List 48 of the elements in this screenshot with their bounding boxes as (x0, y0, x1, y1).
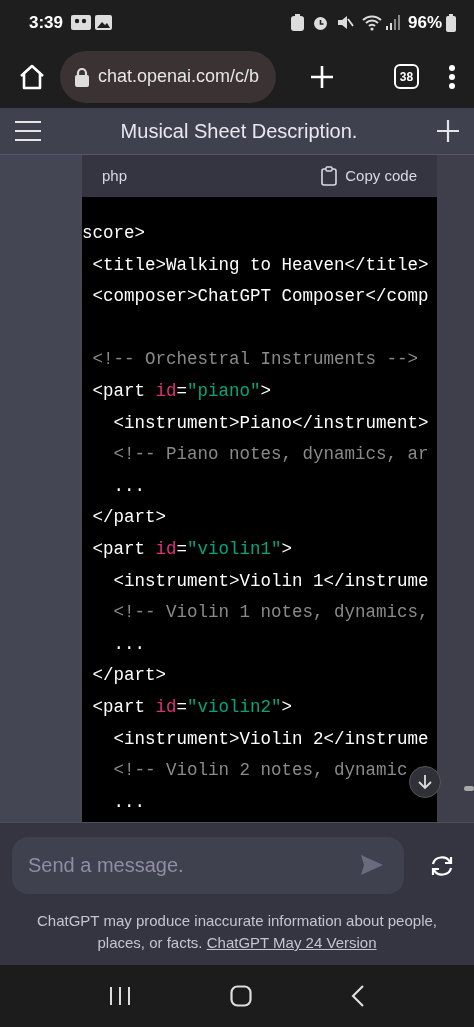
address-bar[interactable]: chat.openai.com/c/b (60, 50, 276, 103)
regenerate-icon[interactable] (430, 854, 454, 877)
code-line: <part id="piano"> (91, 379, 272, 403)
mute-icon (336, 14, 354, 31)
code-line: score> (82, 222, 145, 245)
code-line: <!-- Piano notes, dynamics, ar (112, 443, 429, 467)
wifi-icon (361, 14, 382, 31)
code-line: <part id="violin2"> (91, 695, 293, 719)
code-line: ... (112, 632, 145, 656)
battery-saver-icon (290, 14, 304, 31)
code-line: <part id="violin1"> (91, 537, 293, 561)
copy-code-button[interactable]: Copy code (321, 164, 417, 188)
battery-icon (446, 13, 456, 32)
alarm-icon (311, 14, 329, 31)
home-icon[interactable] (18, 62, 46, 91)
disclaimer-text: ChatGPT may produce inaccurate information about people, places, or facts. ChatGPT May 24 Version (36, 911, 438, 953)
arrow-down-icon (418, 774, 432, 790)
code-line: ... (112, 790, 145, 814)
recent-apps-icon[interactable] (109, 986, 132, 1006)
scrollbar-thumb[interactable] (464, 786, 474, 791)
clipboard-icon (321, 166, 338, 186)
code-line: </part> (91, 506, 166, 530)
code-line: <instrument>Violin 2</instrume (112, 727, 429, 751)
voicemail-icon (71, 15, 92, 30)
code-line: <!-- Violin 1 notes, dynamics, (112, 601, 429, 625)
code-line: </part> (91, 664, 166, 688)
more-menu-icon[interactable] (448, 64, 456, 89)
back-icon[interactable] (350, 984, 365, 1008)
plus-icon[interactable] (436, 119, 460, 143)
clock-time: 3:39 (29, 11, 64, 34)
battery-percent: 96% (407, 11, 442, 34)
code-line: <instrument>Violin 1</instrume (112, 569, 429, 593)
code-language: php (102, 165, 128, 186)
menu-icon[interactable] (14, 120, 42, 142)
code-line: <title>Walking to Heaven</title> (91, 253, 429, 277)
message-field[interactable]: Send a message. (12, 837, 404, 894)
code-line: <composer>ChatGPT Composer</comp (91, 285, 429, 309)
chat-title: Musical Sheet Description. (120, 119, 358, 144)
code-line: <instrument>Piano</instrument> (112, 411, 429, 435)
tab-count-button[interactable]: 38 (394, 64, 419, 89)
signal-icon (385, 15, 400, 30)
lock-icon (74, 66, 90, 87)
home-button-icon[interactable] (230, 985, 252, 1007)
code-line: ... (112, 474, 145, 498)
code-line: <!-- Orchestral Instruments --> (91, 348, 419, 372)
version-link[interactable]: ChatGPT May 24 Version (206, 934, 377, 951)
code-line: <!-- Violin 2 notes, dynamic (112, 759, 408, 783)
image-icon (95, 15, 113, 30)
